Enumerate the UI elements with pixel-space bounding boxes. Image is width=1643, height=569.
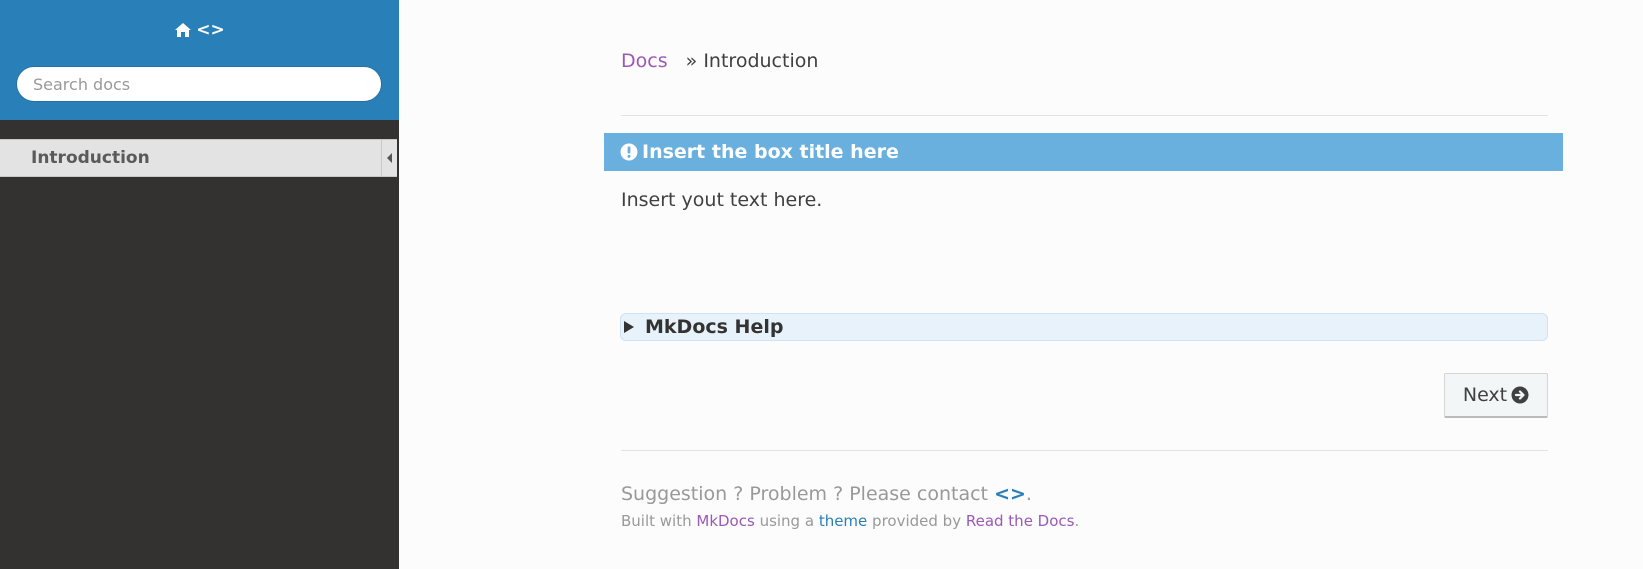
- mkdocs-link[interactable]: MkDocs: [696, 512, 754, 530]
- sidebar-header: <>: [0, 0, 399, 120]
- collapse-caret-icon[interactable]: [381, 140, 397, 176]
- contact-link[interactable]: <>: [994, 483, 1026, 505]
- footer-contact-prefix: Suggestion ? Problem ? Please contact: [621, 483, 995, 505]
- search-input[interactable]: [16, 66, 382, 102]
- footer-built-with: Built with: [621, 512, 697, 530]
- exclamation-circle-icon: [620, 143, 638, 161]
- sidebar-item-introduction[interactable]: Introduction: [0, 139, 397, 177]
- footer-provided-by: provided by: [867, 512, 966, 530]
- theme-link[interactable]: theme: [819, 512, 867, 530]
- admonition-title: Insert the box title here: [604, 133, 1563, 171]
- home-icon: [175, 23, 192, 37]
- read-the-docs-link[interactable]: Read the Docs: [966, 512, 1075, 530]
- next-button[interactable]: Next: [1444, 373, 1548, 418]
- footer-end: .: [1074, 512, 1080, 530]
- footer-contact-line: Suggestion ? Problem ? Please contact <>…: [621, 483, 1032, 505]
- breadcrumb-docs-link[interactable]: Docs: [621, 50, 668, 72]
- footer-credits: Built with MkDocs using a theme provided…: [621, 512, 1079, 530]
- home-link-label: <>: [196, 20, 225, 40]
- footer-using-a: using a: [754, 512, 819, 530]
- sidebar-item-label: Introduction: [31, 148, 150, 168]
- next-button-label: Next: [1462, 384, 1508, 406]
- home-link[interactable]: <>: [0, 20, 399, 42]
- breadcrumb: Docs » Introduction: [621, 50, 818, 78]
- breadcrumb-separator: »: [685, 50, 698, 72]
- arrow-circle-right-icon: [1511, 386, 1529, 404]
- sidebar: <> Introduction: [0, 0, 399, 569]
- mkdocs-help-details[interactable]: MkDocs Help: [620, 313, 1548, 341]
- expand-triangle-icon: [624, 321, 634, 333]
- divider: [621, 450, 1548, 451]
- breadcrumb-current: Introduction: [703, 50, 819, 72]
- footer-contact-suffix: .: [1025, 483, 1032, 505]
- admonition-title-text: Insert the box title here: [642, 141, 899, 163]
- details-summary: MkDocs Help: [645, 316, 784, 338]
- body-text: Insert yout text here.: [621, 189, 823, 211]
- divider: [621, 115, 1548, 116]
